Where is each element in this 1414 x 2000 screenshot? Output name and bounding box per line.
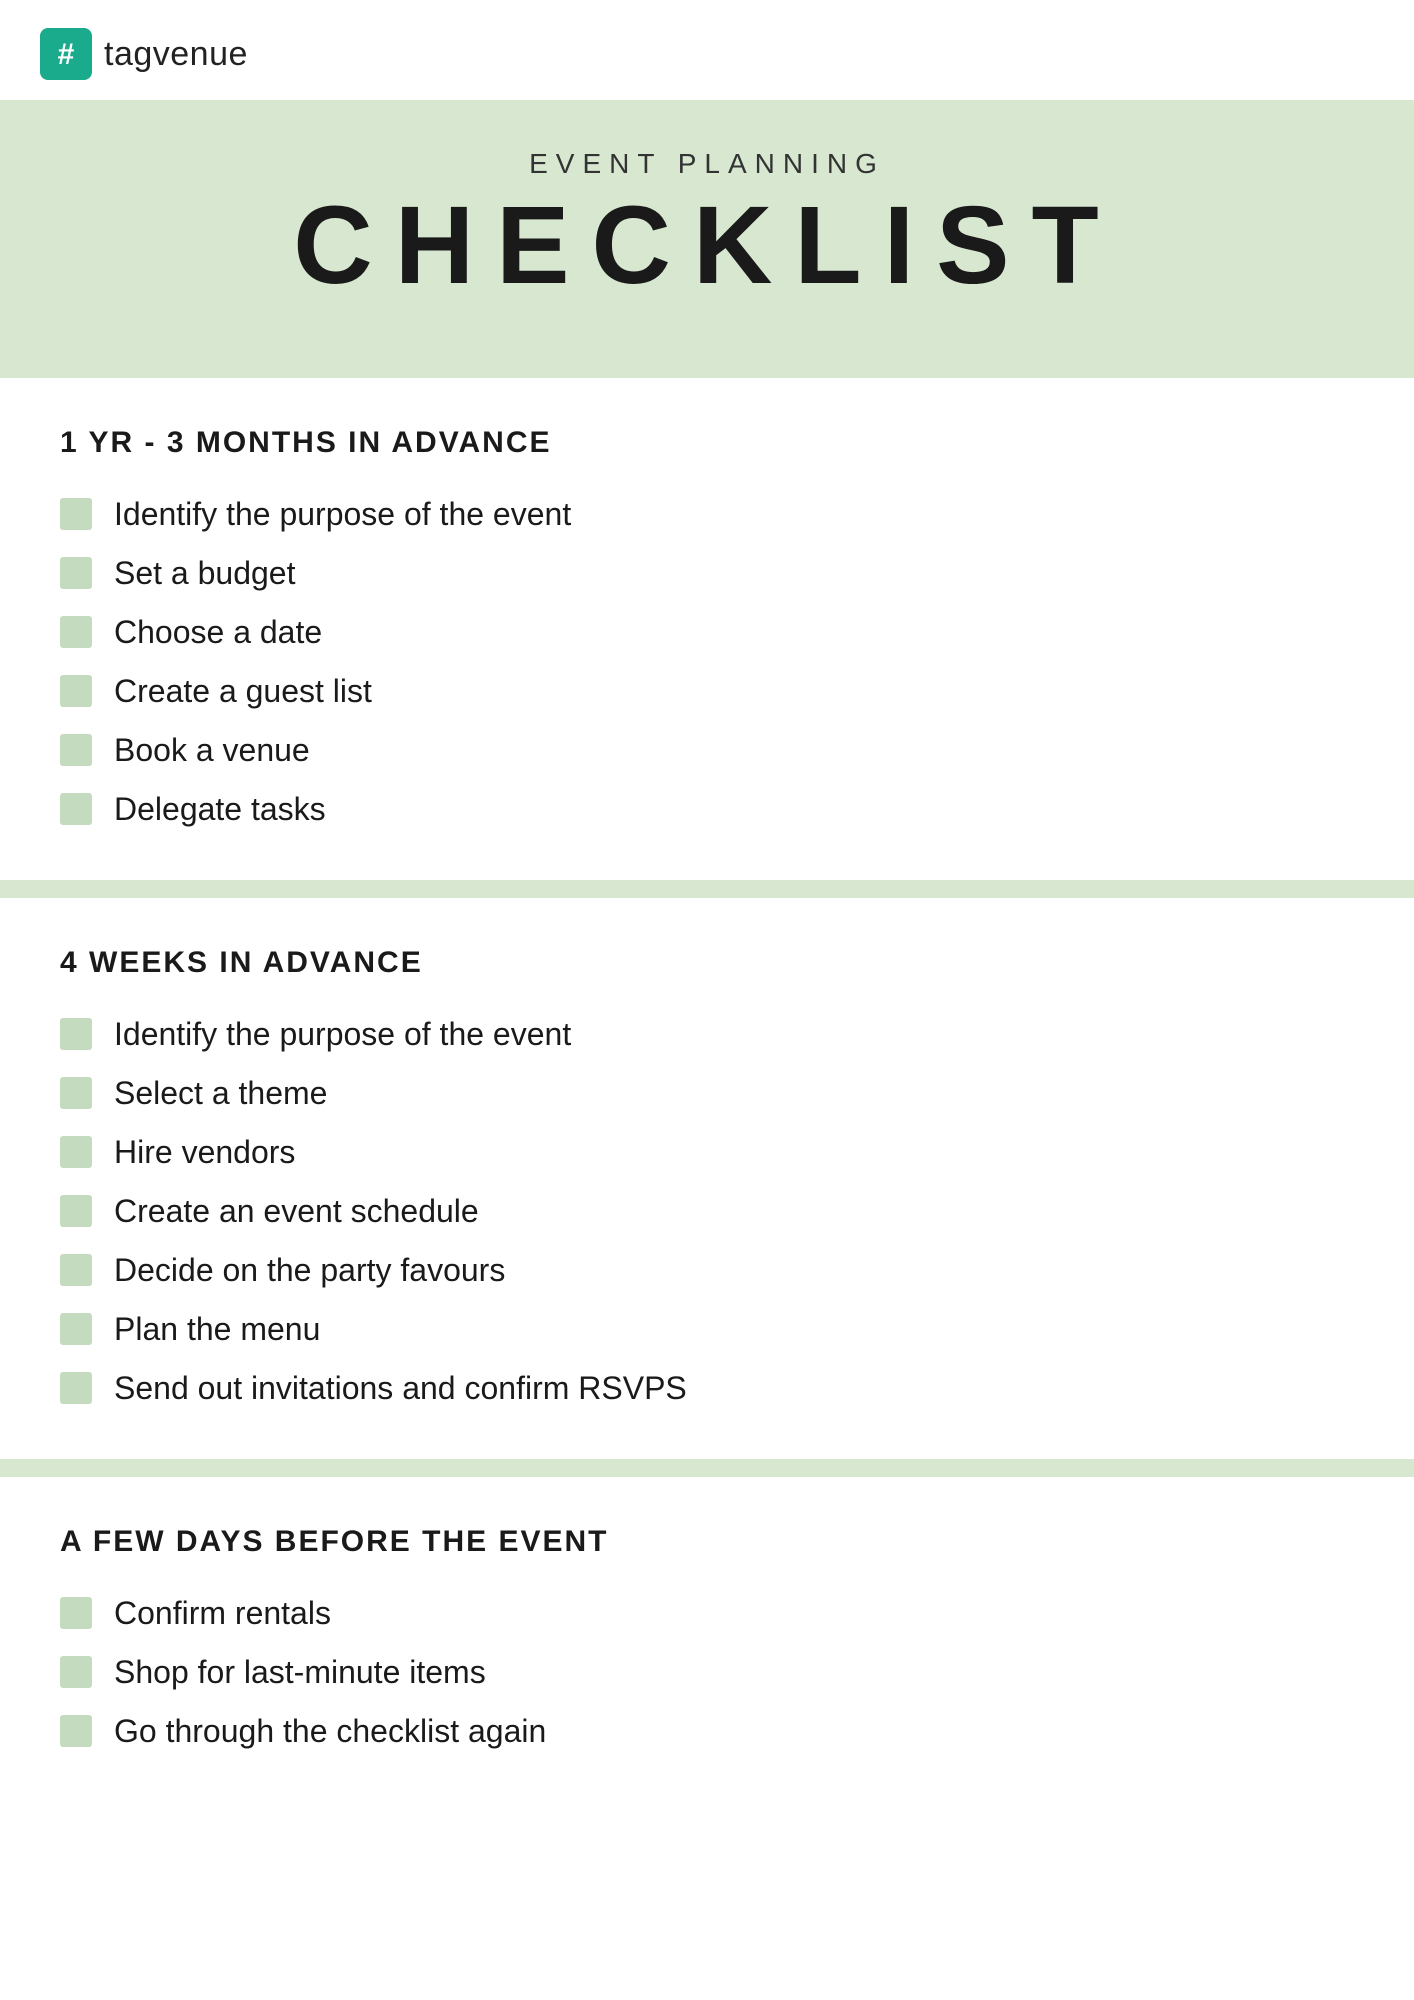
logo-text: tagvenue — [104, 35, 248, 74]
checklist-item-label: Set a budget — [114, 555, 295, 592]
section-2: A FEW DAYS BEFORE THE EVENT Confirm renta… — [0, 1477, 1414, 1802]
list-item[interactable]: Create a guest list — [60, 673, 1354, 710]
checklist-2: Confirm rentals Shop for last-minute item… — [60, 1595, 1354, 1750]
list-item[interactable]: Go through the checklist again — [60, 1713, 1354, 1750]
section-header-0: 1 YR - 3 MONTHS IN ADVANCE — [60, 426, 1354, 460]
checklist-item-label: Book a venue — [114, 732, 310, 769]
checklist-0: Identify the purpose of the event Set a b… — [60, 496, 1354, 828]
checkbox-icon[interactable] — [60, 675, 92, 707]
checklist-item-label: Send out invitations and confirm RSVPS — [114, 1370, 687, 1407]
list-item[interactable]: Confirm rentals — [60, 1595, 1354, 1632]
list-item[interactable]: Select a theme — [60, 1075, 1354, 1112]
list-item[interactable]: Shop for last-minute items — [60, 1654, 1354, 1691]
tagvenue-logo-icon: # — [40, 28, 92, 80]
hero-title: CHECKLIST — [60, 188, 1354, 304]
checkbox-icon[interactable] — [60, 557, 92, 589]
hero-section: EVENT PLANNING CHECKLIST — [0, 100, 1414, 360]
checklist-item-label: Create an event schedule — [114, 1193, 479, 1230]
checkbox-icon[interactable] — [60, 1656, 92, 1688]
checkbox-icon[interactable] — [60, 1254, 92, 1286]
checklist-item-label: Select a theme — [114, 1075, 327, 1112]
checkbox-icon[interactable] — [60, 1597, 92, 1629]
checkbox-icon[interactable] — [60, 616, 92, 648]
section-separator-0 — [0, 360, 1414, 378]
checkbox-icon[interactable] — [60, 1715, 92, 1747]
checklist-item-label: Go through the checklist again — [114, 1713, 546, 1750]
svg-text:#: # — [58, 38, 75, 71]
checkbox-icon[interactable] — [60, 1313, 92, 1345]
checkbox-icon[interactable] — [60, 734, 92, 766]
section-separator-2 — [0, 1459, 1414, 1477]
checklist-1: Identify the purpose of the event Select … — [60, 1016, 1354, 1407]
list-item[interactable]: Choose a date — [60, 614, 1354, 651]
checklist-item-label: Create a guest list — [114, 673, 372, 710]
list-item[interactable]: Decide on the party favours — [60, 1252, 1354, 1289]
checkbox-icon[interactable] — [60, 1077, 92, 1109]
sections-container: 1 YR - 3 MONTHS IN ADVANCE Identify the p… — [0, 360, 1414, 1802]
section-0: 1 YR - 3 MONTHS IN ADVANCE Identify the p… — [0, 378, 1414, 880]
checklist-item-label: Choose a date — [114, 614, 322, 651]
checklist-item-label: Decide on the party favours — [114, 1252, 505, 1289]
checkbox-icon[interactable] — [60, 1018, 92, 1050]
checklist-item-label: Hire vendors — [114, 1134, 295, 1171]
list-item[interactable]: Book a venue — [60, 732, 1354, 769]
checkbox-icon[interactable] — [60, 1195, 92, 1227]
checkbox-icon[interactable] — [60, 498, 92, 530]
list-item[interactable]: Plan the menu — [60, 1311, 1354, 1348]
list-item[interactable]: Create an event schedule — [60, 1193, 1354, 1230]
checklist-item-label: Identify the purpose of the event — [114, 496, 571, 533]
section-1: 4 WEEKS IN ADVANCE Identify the purpose o… — [0, 898, 1414, 1459]
hero-subtitle: EVENT PLANNING — [60, 148, 1354, 180]
list-item[interactable]: Delegate tasks — [60, 791, 1354, 828]
list-item[interactable]: Send out invitations and confirm RSVPS — [60, 1370, 1354, 1407]
logo-area: # tagvenue — [0, 0, 1414, 100]
checkbox-icon[interactable] — [60, 793, 92, 825]
checklist-item-label: Delegate tasks — [114, 791, 326, 828]
checkbox-icon[interactable] — [60, 1372, 92, 1404]
section-header-1: 4 WEEKS IN ADVANCE — [60, 946, 1354, 980]
list-item[interactable]: Hire vendors — [60, 1134, 1354, 1171]
list-item[interactable]: Identify the purpose of the event — [60, 496, 1354, 533]
section-header-2: A FEW DAYS BEFORE THE EVENT — [60, 1525, 1354, 1559]
list-item[interactable]: Set a budget — [60, 555, 1354, 592]
list-item[interactable]: Identify the purpose of the event — [60, 1016, 1354, 1053]
checklist-item-label: Plan the menu — [114, 1311, 320, 1348]
checklist-item-label: Shop for last-minute items — [114, 1654, 486, 1691]
checklist-item-label: Identify the purpose of the event — [114, 1016, 571, 1053]
section-separator-1 — [0, 880, 1414, 898]
checklist-item-label: Confirm rentals — [114, 1595, 331, 1632]
checkbox-icon[interactable] — [60, 1136, 92, 1168]
